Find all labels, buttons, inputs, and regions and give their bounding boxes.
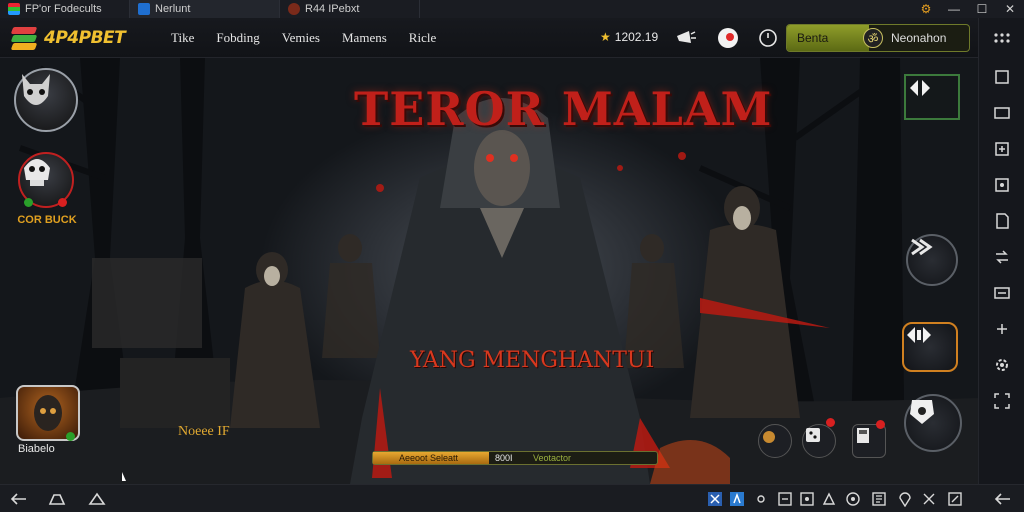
loadbar-segment-3: Veotactor — [533, 453, 572, 463]
tab-label: R44 IPebxt — [305, 3, 360, 15]
sidebar-back-icon[interactable] — [994, 490, 1012, 508]
gamepad-icon[interactable] — [752, 490, 770, 508]
om-badge-icon: ॐ — [863, 28, 883, 48]
demon-skull-icon — [22, 74, 50, 105]
power-icon[interactable] — [756, 26, 780, 50]
star-icon: ★ — [600, 30, 611, 44]
window-resize-icon[interactable] — [991, 102, 1013, 124]
nav-item-mamens[interactable]: Mamens — [331, 30, 398, 46]
card-deck-icon — [857, 428, 869, 443]
apk-icon[interactable] — [776, 490, 794, 508]
sync-icon[interactable] — [991, 318, 1013, 340]
notification-dot — [826, 418, 835, 427]
logo-text: 4P4PBET — [44, 27, 126, 48]
close-icon[interactable]: ✕ — [996, 2, 1024, 16]
maximize-icon[interactable]: ☐ — [968, 2, 996, 16]
coin-counter: ★ 1202.19 — [600, 30, 658, 44]
rotate-icon[interactable] — [991, 246, 1013, 268]
keyboard-icon[interactable] — [706, 490, 724, 508]
mouse-cursor-icon — [122, 472, 126, 481]
nav-item-fobding[interactable]: Fobding — [205, 30, 270, 46]
game-icon — [288, 3, 300, 15]
tab-label: Nerlunt — [155, 3, 191, 15]
tab-ipebxt[interactable]: R44 IPebxt — [280, 0, 420, 18]
macro-icon[interactable] — [991, 282, 1013, 304]
tab-fodecults[interactable]: FP'or Fodecults — [0, 0, 130, 18]
loadbar-segment-1: Aeeoot Seleatt — [373, 452, 489, 464]
logo-mark-icon — [10, 25, 38, 51]
location-icon[interactable] — [991, 174, 1013, 196]
expand-icon[interactable] — [991, 390, 1013, 412]
main-nav: Tike Fobding Vemies Mamens Ricle — [160, 30, 447, 46]
forward-action-button[interactable] — [906, 234, 958, 286]
app-stack-icon — [8, 3, 20, 15]
back-icon[interactable] — [10, 490, 28, 508]
attack-button[interactable] — [904, 394, 962, 452]
status-dot-red — [58, 198, 67, 207]
camera-icon[interactable] — [844, 490, 862, 508]
screen-record-icon[interactable] — [798, 490, 816, 508]
skull-mask-avatar[interactable] — [14, 68, 78, 132]
android-navbar — [0, 484, 1024, 512]
swap-arrows-icon — [907, 327, 931, 343]
window-controls: ⚙ — ☐ ✕ — [912, 0, 1024, 18]
home-icon[interactable] — [48, 490, 66, 508]
player-name: Biabelo — [18, 443, 55, 455]
megaphone-icon[interactable] — [674, 26, 698, 50]
import-icon[interactable] — [991, 138, 1013, 160]
grid-dots-icon[interactable] — [991, 30, 1013, 52]
window-tabstrip: FP'or Fodecults Nerlunt R44 IPebxt ⚙ — ☐… — [0, 0, 1024, 18]
item-slot-3[interactable] — [852, 424, 886, 458]
brand-logo[interactable]: 4P4PBET — [0, 25, 160, 51]
item-slot-1[interactable] — [758, 424, 792, 458]
minimize-icon[interactable]: — — [940, 2, 968, 16]
dice-icon — [806, 428, 820, 442]
volume-icon[interactable] — [870, 490, 888, 508]
crest-icon — [910, 400, 934, 424]
boss-caption: COR BUCK — [17, 214, 77, 226]
fullscreen-icon[interactable] — [946, 490, 964, 508]
map-pin-icon[interactable] — [896, 490, 914, 508]
balance-left-label: Benta — [787, 25, 869, 51]
nav-item-ricle[interactable]: Ricle — [398, 30, 447, 46]
gear-icon[interactable]: ⚙ — [912, 2, 940, 16]
tab-label: FP'or Fodecults — [25, 3, 102, 15]
notification-dot — [876, 420, 885, 429]
shake-icon[interactable] — [820, 490, 838, 508]
status-dot-green — [24, 198, 33, 207]
tab-nerlunt[interactable]: Nerlunt — [130, 0, 280, 18]
window-icon — [138, 3, 150, 15]
settings-gear-icon[interactable] — [991, 354, 1013, 376]
files-icon[interactable] — [991, 210, 1013, 232]
forward-arrow-icon — [911, 238, 933, 256]
emulator-sidebar — [978, 18, 1024, 484]
scene-left-label: Noeee IF — [178, 424, 230, 439]
screenshot-icon[interactable] — [991, 66, 1013, 88]
player-online-dot — [66, 432, 75, 441]
move-arrows-icon — [910, 80, 930, 96]
nav-item-tike[interactable]: Tike — [160, 30, 205, 46]
game-topbar: 4P4PBET Tike Fobding Vemies Mamens Ricle… — [0, 18, 978, 58]
nav-item-vemies[interactable]: Vemies — [271, 30, 331, 46]
coin-value: 1202.19 — [614, 30, 659, 44]
loading-bar: Aeeoot Seleatt 800I Veotactor — [372, 451, 658, 465]
scissors-icon[interactable] — [920, 490, 938, 508]
game-subtitle: YANG MENGHANTUI — [410, 348, 655, 373]
recents-icon[interactable] — [88, 490, 106, 508]
loadbar-segment-2: 800I — [495, 453, 513, 463]
skull-icon — [24, 159, 50, 186]
balance-panel[interactable]: Benta ॐ Neonahon — [786, 24, 970, 52]
item-slot-2[interactable] — [802, 424, 836, 458]
potion-icon — [763, 431, 775, 443]
balance-right-label: Neonahon — [891, 31, 947, 45]
transform-button[interactable] — [904, 74, 960, 120]
game-title: TEROR MALAM — [354, 82, 773, 136]
translate-icon[interactable] — [728, 490, 746, 508]
game-scene[interactable]: TEROR MALAM YANG MENGHANTUI Noeee IF COR… — [0, 58, 978, 484]
swap-action-button[interactable] — [902, 322, 958, 372]
record-icon[interactable] — [716, 26, 740, 50]
